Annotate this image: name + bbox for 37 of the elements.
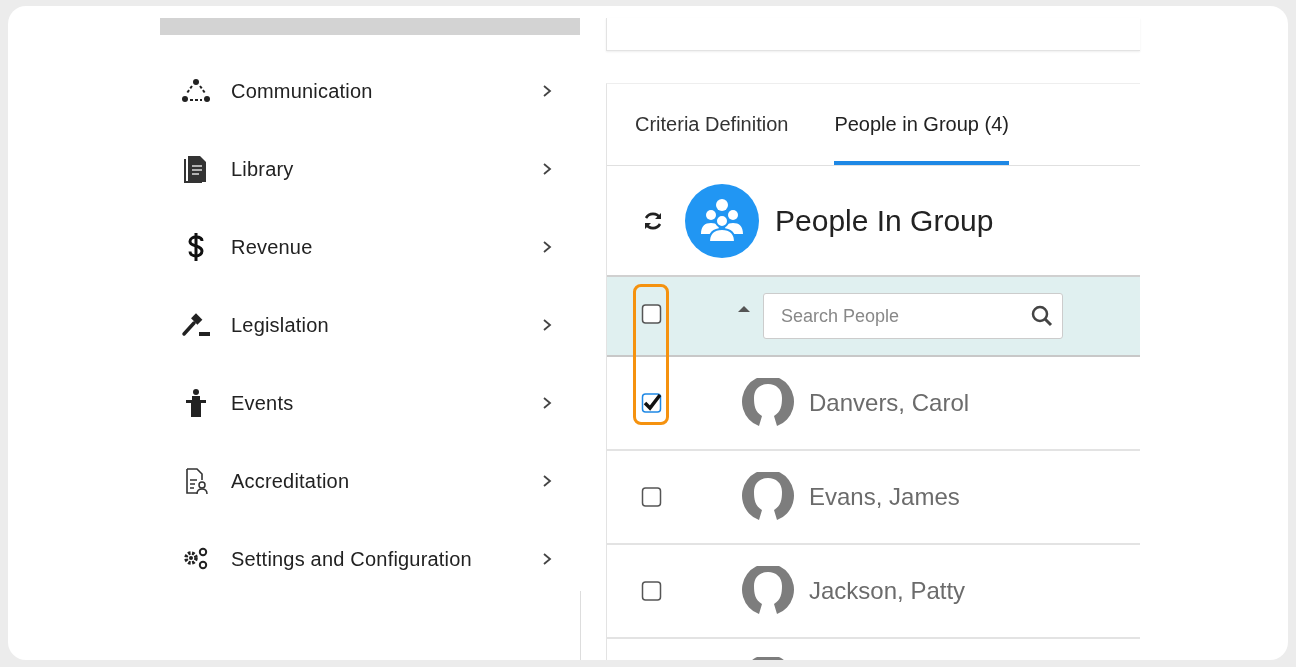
search-icon	[1031, 305, 1053, 327]
chevron-right-icon	[541, 84, 553, 98]
person-name[interactable]: Danvers, Carol	[809, 389, 970, 417]
chevron-right-icon	[541, 552, 553, 566]
document-person-icon	[184, 467, 208, 495]
chevron-right-icon	[541, 474, 553, 488]
sidebar-item[interactable]: Events	[231, 391, 541, 415]
tab[interactable]: Criteria Definition	[635, 84, 789, 165]
person-name[interactable]: Evans, James	[809, 483, 960, 511]
gavel-icon	[181, 312, 211, 338]
sort-up-icon[interactable]	[737, 305, 751, 313]
document-icon	[184, 155, 208, 183]
podium-speaker-icon	[184, 388, 208, 418]
avatar-icon	[741, 378, 795, 428]
sidebar-item[interactable]: Communication	[231, 79, 541, 103]
search-field[interactable]: Search People	[763, 293, 1063, 339]
sidebar-item[interactable]: Legislation	[231, 313, 541, 337]
checkbox[interactable]	[641, 486, 663, 508]
chevron-right-icon	[541, 240, 553, 254]
tab[interactable]: People in Group (4)	[834, 84, 1009, 165]
checkbox[interactable]	[641, 580, 663, 602]
gears-icon	[182, 547, 210, 571]
sidebar-item[interactable]: Revenue	[231, 235, 541, 259]
dollar-icon	[187, 232, 205, 262]
chevron-right-icon	[541, 162, 553, 176]
person-name[interactable]: Jackson, Patty	[809, 577, 966, 605]
network-icon	[181, 78, 211, 104]
avatar-icon	[741, 566, 795, 616]
panel-title: People In Group	[775, 203, 994, 238]
avatar-icon	[741, 472, 795, 522]
checkbox[interactable]	[641, 303, 663, 325]
chevron-right-icon	[541, 396, 553, 410]
sidebar-item[interactable]: Accreditation	[231, 469, 541, 493]
chevron-right-icon	[541, 318, 553, 332]
sidebar-item[interactable]: Settings and Configuration	[231, 547, 541, 571]
checkbox[interactable]	[641, 392, 663, 414]
sidebar-item[interactable]: Library	[231, 157, 541, 181]
